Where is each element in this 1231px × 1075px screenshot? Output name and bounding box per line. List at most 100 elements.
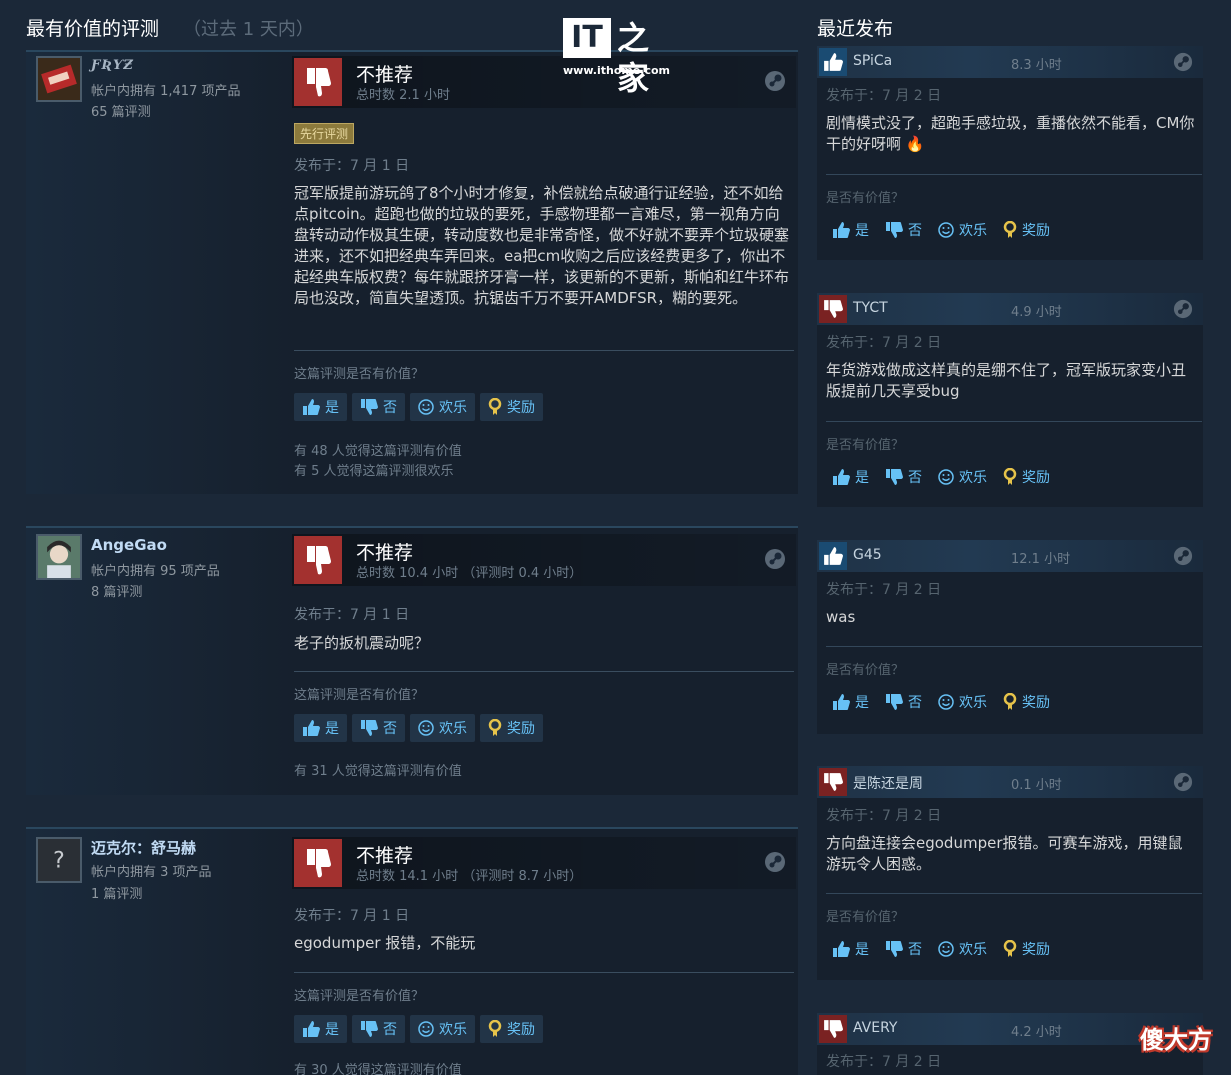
vote-award-label: 奖励 xyxy=(1022,470,1050,486)
author-review-count[interactable]: 1 篇评测 xyxy=(91,883,142,902)
vote-funny-button[interactable]: 欢乐 xyxy=(410,393,475,421)
vote-no-button[interactable]: 否 xyxy=(879,463,928,491)
most-helpful-column: 最有价值的评测 （过去 1 天内） ƑƦƳƵ 帐户内拥有 1,417 项产品 65… xyxy=(26,0,798,1075)
vote-award-button[interactable]: 奖励 xyxy=(480,1015,543,1043)
helpful-count: 有 30 人觉得这篇评测有价值 xyxy=(294,1063,462,1075)
vote-funny-button[interactable]: 欢乐 xyxy=(932,216,993,244)
vote-funny-button[interactable]: 欢乐 xyxy=(932,935,993,963)
vote-no-button[interactable]: 否 xyxy=(879,216,928,244)
reviewer-name[interactable]: TYCT xyxy=(853,300,888,316)
award-icon xyxy=(488,719,502,736)
vote-funny-button[interactable]: 欢乐 xyxy=(410,714,475,742)
vote-yes-button[interactable]: 是 xyxy=(826,688,875,716)
reviewer-name[interactable]: AVERY xyxy=(853,1020,898,1036)
divider xyxy=(294,671,794,672)
author-products[interactable]: 帐户内拥有 95 项产品 xyxy=(91,560,220,579)
vote-funny-button[interactable]: 欢乐 xyxy=(932,688,993,716)
vote-yes-button[interactable]: 是 xyxy=(826,463,875,491)
vote-yes-button[interactable]: 是 xyxy=(294,714,347,742)
vote-no-button[interactable]: 否 xyxy=(879,688,928,716)
recent-review-header[interactable]: TYCT 4.9 小时 xyxy=(817,293,1203,325)
steam-icon xyxy=(765,549,785,569)
reviewer-name[interactable]: 是陈还是周 xyxy=(853,773,923,793)
steam-icon xyxy=(1173,772,1193,792)
thumbs-down-icon xyxy=(294,839,342,887)
author-products[interactable]: 帐户内拥有 3 项产品 xyxy=(91,861,212,880)
vote-award-button[interactable]: 奖励 xyxy=(997,688,1056,716)
vote-no-label: 否 xyxy=(908,470,922,486)
avatar[interactable] xyxy=(36,56,82,102)
vote-award-label: 奖励 xyxy=(1022,695,1050,711)
recent-title: 最近发布 xyxy=(817,18,894,40)
recommendation-bar[interactable]: 不推荐 总时数 14.1 小时 （评测时 8.7 小时） xyxy=(292,837,796,889)
vote-yes-button[interactable]: 是 xyxy=(826,935,875,963)
thumbs-down-icon xyxy=(886,222,903,238)
thumbs-up-icon xyxy=(303,720,320,736)
vote-award-label: 奖励 xyxy=(1022,942,1050,958)
thumbs-up-icon xyxy=(819,48,847,76)
posted-date: 发布于：7 月 2 日 xyxy=(826,582,942,598)
vote-no-button[interactable]: 否 xyxy=(352,714,405,742)
review-text: egodumper 报错，不能玩 xyxy=(294,934,476,952)
svg-text:?: ? xyxy=(53,848,65,873)
thumbs-down-icon xyxy=(361,399,378,415)
recent-review-card: G45 12.1 小时 发布于：7 月 2 日 was 是否有价值？ 是 否 欢… xyxy=(817,540,1203,734)
vote-no-button[interactable]: 否 xyxy=(352,1015,405,1043)
vote-funny-button[interactable]: 欢乐 xyxy=(932,463,993,491)
thumbs-up-icon xyxy=(819,542,847,570)
vote-no-button[interactable]: 否 xyxy=(352,393,405,421)
thumbs-down-icon xyxy=(294,536,342,584)
vote-buttons: 是 否 欢乐 奖励 xyxy=(294,714,543,742)
recent-review-card: TYCT 4.9 小时 发布于：7 月 2 日 年货游戏做成这样真的是绷不住了，… xyxy=(817,293,1203,507)
recent-review-header[interactable]: G45 12.1 小时 xyxy=(817,540,1203,572)
vote-no-button[interactable]: 否 xyxy=(879,935,928,963)
vote-buttons: 是 否 欢乐 奖励 xyxy=(826,216,1056,244)
avatar[interactable]: ? xyxy=(36,837,82,883)
vote-award-button[interactable]: 奖励 xyxy=(480,393,543,421)
review-text: 老子的扳机震动呢？ xyxy=(294,634,430,652)
vote-yes-label: 是 xyxy=(325,1022,339,1038)
ithome-logo: IT 之家 www.ithome.com xyxy=(563,18,673,97)
author-name[interactable]: ƑƦƳƵ xyxy=(91,58,134,73)
smiley-icon xyxy=(418,399,434,415)
author-name[interactable]: 迈克尔：舒马赫 xyxy=(91,837,196,858)
author-products[interactable]: 帐户内拥有 1,417 项产品 xyxy=(91,80,240,99)
recent-review-header[interactable]: SPiCa 8.3 小时 xyxy=(817,46,1203,78)
recommendation-bar[interactable]: 不推荐 总时数 2.1 小时 xyxy=(292,56,796,108)
vote-funny-button[interactable]: 欢乐 xyxy=(410,1015,475,1043)
vote-no-label: 否 xyxy=(908,695,922,711)
recommendation-label: 不推荐 xyxy=(356,542,414,564)
most-helpful-heading: 最有价值的评测 （过去 1 天内） xyxy=(26,14,314,41)
posted-date: 发布于：7 月 1 日 xyxy=(294,908,410,924)
vote-funny-label: 欢乐 xyxy=(959,695,987,711)
thumbs-down-icon xyxy=(886,941,903,957)
avatar[interactable] xyxy=(36,534,82,580)
review-text: 方向盘连接会egodumper报错。可赛车游戏，用键鼠游玩令人困惑。 xyxy=(826,834,1183,873)
thumbs-up-icon xyxy=(833,694,850,710)
reviewer-name[interactable]: SPiCa xyxy=(853,53,892,69)
reviewer-hours: 0.1 小时 xyxy=(1011,778,1062,793)
thumbs-down-icon xyxy=(361,1021,378,1037)
vote-award-button[interactable]: 奖励 xyxy=(997,463,1056,491)
vote-award-label: 奖励 xyxy=(1022,223,1050,239)
author-review-count[interactable]: 65 篇评测 xyxy=(91,101,151,120)
smiley-icon xyxy=(418,1021,434,1037)
fire-emoji-icon: 🔥 xyxy=(905,135,925,153)
vote-funny-label: 欢乐 xyxy=(439,721,467,737)
vote-yes-button[interactable]: 是 xyxy=(826,216,875,244)
vote-buttons: 是 否 欢乐 奖励 xyxy=(826,688,1056,716)
vote-award-button[interactable]: 奖励 xyxy=(997,935,1056,963)
recommendation-bar[interactable]: 不推荐 总时数 10.4 小时 （评测时 0.4 小时） xyxy=(292,534,796,586)
recent-review-card: 是陈还是周 0.1 小时 发布于：7 月 2 日 方向盘连接会egodumper… xyxy=(817,766,1203,980)
vote-award-button[interactable]: 奖励 xyxy=(997,216,1056,244)
vote-yes-label: 是 xyxy=(855,223,869,239)
thumbs-up-icon xyxy=(833,941,850,957)
reviewer-name[interactable]: G45 xyxy=(853,547,882,563)
author-review-count[interactable]: 8 篇评测 xyxy=(91,581,142,600)
recent-review-header[interactable]: 是陈还是周 0.1 小时 xyxy=(817,766,1203,798)
vote-yes-button[interactable]: 是 xyxy=(294,1015,347,1043)
author-name[interactable]: AngeGao xyxy=(91,536,167,554)
vote-yes-button[interactable]: 是 xyxy=(294,393,347,421)
posted-date: 发布于：7 月 2 日 xyxy=(826,335,942,351)
vote-award-button[interactable]: 奖励 xyxy=(480,714,543,742)
